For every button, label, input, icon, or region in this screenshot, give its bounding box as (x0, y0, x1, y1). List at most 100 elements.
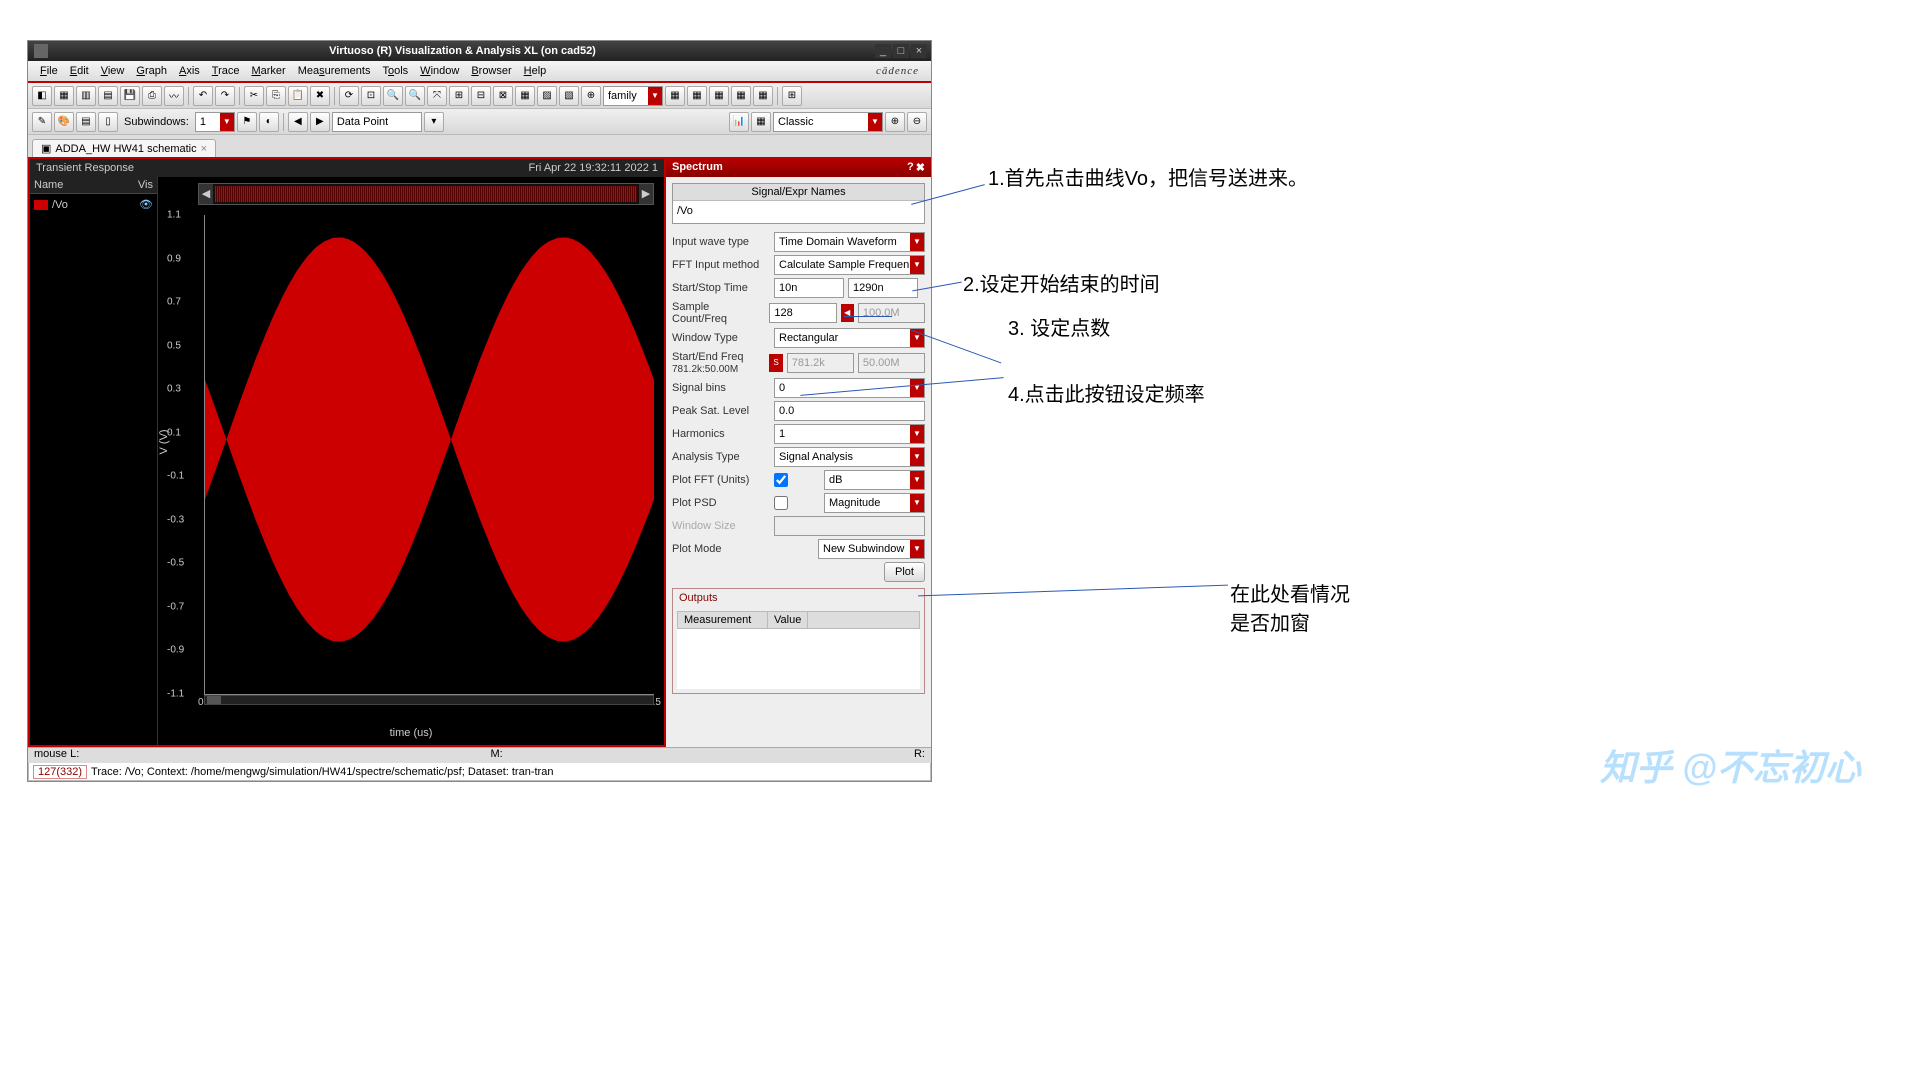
select-inwave[interactable]: Time Domain Waveform (774, 232, 925, 252)
minimize-button[interactable]: _ (875, 44, 891, 58)
prev-icon[interactable]: ◀ (288, 112, 308, 132)
input-stop-time[interactable]: 1290n (848, 278, 918, 298)
col-measurement[interactable]: Measurement (678, 612, 768, 628)
print-icon[interactable]: ⎙ (142, 86, 162, 106)
menu-help[interactable]: Help (518, 65, 553, 77)
chart-icon[interactable]: 📊 (729, 112, 749, 132)
tab-close-icon[interactable]: × (201, 143, 207, 155)
tool-icon[interactable]: ▨ (537, 86, 557, 106)
menu-axis[interactable]: Axis (173, 65, 206, 77)
samp-toggle-button[interactable]: ◀ (841, 304, 854, 322)
select-fft[interactable]: Calculate Sample Frequen (774, 255, 925, 275)
select-pfft-units[interactable]: dB (824, 470, 925, 490)
tool-icon[interactable]: ▥ (76, 86, 96, 106)
tool-icon[interactable]: ⊕ (885, 112, 905, 132)
plot-button[interactable]: Plot (884, 562, 925, 582)
tool-icon[interactable]: ▦ (753, 86, 773, 106)
tool-icon[interactable]: ▤ (76, 112, 96, 132)
input-harmonics[interactable]: 1 (774, 424, 925, 444)
select-ppsd[interactable]: Magnitude (824, 493, 925, 513)
menu-edit[interactable]: Edit (64, 65, 95, 77)
input-peak[interactable]: 0.0 (774, 401, 925, 421)
tool-icon[interactable]: ⊟ (471, 86, 491, 106)
grid-icon[interactable]: ⊞ (782, 86, 802, 106)
refresh-icon[interactable]: ⟳ (339, 86, 359, 106)
tool-icon[interactable]: ▤ (98, 86, 118, 106)
input-bins[interactable]: 0 (774, 378, 925, 398)
input-start-time[interactable]: 10n (774, 278, 844, 298)
datapoint-field[interactable]: Data Point (332, 112, 422, 132)
plot-axes[interactable]: 1.10.90.70.50.30.1-0.1-0.3-0.5-0.7-0.9-1… (204, 215, 654, 695)
help-icon[interactable]: ? (907, 161, 914, 174)
cut-icon[interactable]: ✂ (244, 86, 264, 106)
titlebar[interactable]: Virtuoso (R) Visualization & Analysis XL… (28, 41, 931, 61)
close-button[interactable]: × (911, 44, 927, 58)
subwindows-select[interactable]: 1 (195, 112, 235, 132)
tool-icon[interactable]: ▦ (709, 86, 729, 106)
sigbox-value[interactable]: /Vo (673, 201, 924, 223)
scroll-right-icon[interactable]: ▶ (639, 184, 653, 204)
menu-trace[interactable]: Trace (206, 65, 246, 77)
tool-icon[interactable]: ◧ (32, 86, 52, 106)
flag-icon[interactable]: ⚑ (237, 112, 257, 132)
wand-icon[interactable]: ✎ (32, 112, 52, 132)
tool-icon[interactable]: 〰 (164, 86, 184, 106)
checkbox-pfft[interactable] (774, 473, 788, 487)
select-analysis[interactable]: Signal Analysis (774, 447, 925, 467)
menu-browser[interactable]: Browser (465, 65, 517, 77)
tab-schematic[interactable]: ▣ ADDA_HW HW41 schematic × (32, 139, 216, 157)
overview-strip[interactable]: ◀ ▶ (198, 183, 654, 205)
save-icon[interactable]: 💾 (120, 86, 140, 106)
scroll-left-icon[interactable]: ◀ (199, 184, 213, 204)
menu-tools[interactable]: Tools (376, 65, 414, 77)
visibility-icon[interactable]: 👁 (139, 198, 153, 211)
next-icon[interactable]: ▶ (310, 112, 330, 132)
y-tick: -1.1 (167, 689, 184, 700)
input-sample-count[interactable]: 128 (769, 303, 836, 323)
legend-item[interactable]: /Vo 👁 (30, 194, 157, 215)
tool-icon[interactable]: ▦ (515, 86, 535, 106)
tool-icon[interactable]: ⊠ (493, 86, 513, 106)
menu-window[interactable]: Window (414, 65, 465, 77)
delete-icon[interactable]: ✖ (310, 86, 330, 106)
col-value[interactable]: Value (768, 612, 808, 628)
zoom-fit-icon[interactable]: ⊡ (361, 86, 381, 106)
tool-icon[interactable]: ▯ (98, 112, 118, 132)
undo-icon[interactable]: ↶ (193, 86, 213, 106)
zoom-in-icon[interactable]: 🔍 (383, 86, 403, 106)
tool-icon[interactable]: ⊞ (449, 86, 469, 106)
tool-icon[interactable]: ▦ (687, 86, 707, 106)
tool-icon[interactable]: ▦ (665, 86, 685, 106)
select-window[interactable]: Rectangular (774, 328, 925, 348)
h-scrollbar[interactable] (204, 695, 654, 705)
tool-icon[interactable]: ▧ (559, 86, 579, 106)
menu-view[interactable]: View (95, 65, 131, 77)
chart-area[interactable]: ◀ ▶ 1.10.90.70.50.30.1-0.1-0.3-0.5-0.7-0… (158, 177, 664, 745)
tool-icon[interactable]: ▦ (731, 86, 751, 106)
tool-icon[interactable]: ▦ (54, 86, 74, 106)
maximize-button[interactable]: □ (893, 44, 909, 58)
select-plotmode[interactable]: New Subwindow (818, 539, 925, 559)
menu-file[interactable]: File (34, 65, 64, 77)
tool-icon[interactable]: ⊖ (907, 112, 927, 132)
paste-icon[interactable]: 📋 (288, 86, 308, 106)
set-freq-button[interactable]: S (769, 354, 782, 372)
redo-icon[interactable]: ↷ (215, 86, 235, 106)
palette-icon[interactable]: 🎨 (54, 112, 74, 132)
calc-icon[interactable]: ▦ (751, 112, 771, 132)
panel-header[interactable]: Spectrum ? ✖ (666, 157, 931, 177)
dropdown-icon[interactable]: ▾ (424, 112, 444, 132)
menu-measurements[interactable]: Measurements (292, 65, 377, 77)
tool-icon[interactable]: ◐ (259, 112, 279, 132)
menu-graph[interactable]: Graph (130, 65, 173, 77)
copy-icon[interactable]: ⎘ (266, 86, 286, 106)
family-select[interactable]: family (603, 86, 663, 106)
menu-marker[interactable]: Marker (245, 65, 291, 77)
annotation-1: 1.首先点击曲线Vo，把信号送进来。 (988, 162, 1308, 191)
panel-close-icon[interactable]: ✖ (916, 161, 925, 174)
zoom-out-icon[interactable]: 🔍 (405, 86, 425, 106)
classic-select[interactable]: Classic (773, 112, 883, 132)
checkbox-ppsd[interactable] (774, 496, 788, 510)
tool-icon[interactable]: ⊕ (581, 86, 601, 106)
zoom-icon[interactable]: ⤧ (427, 86, 447, 106)
